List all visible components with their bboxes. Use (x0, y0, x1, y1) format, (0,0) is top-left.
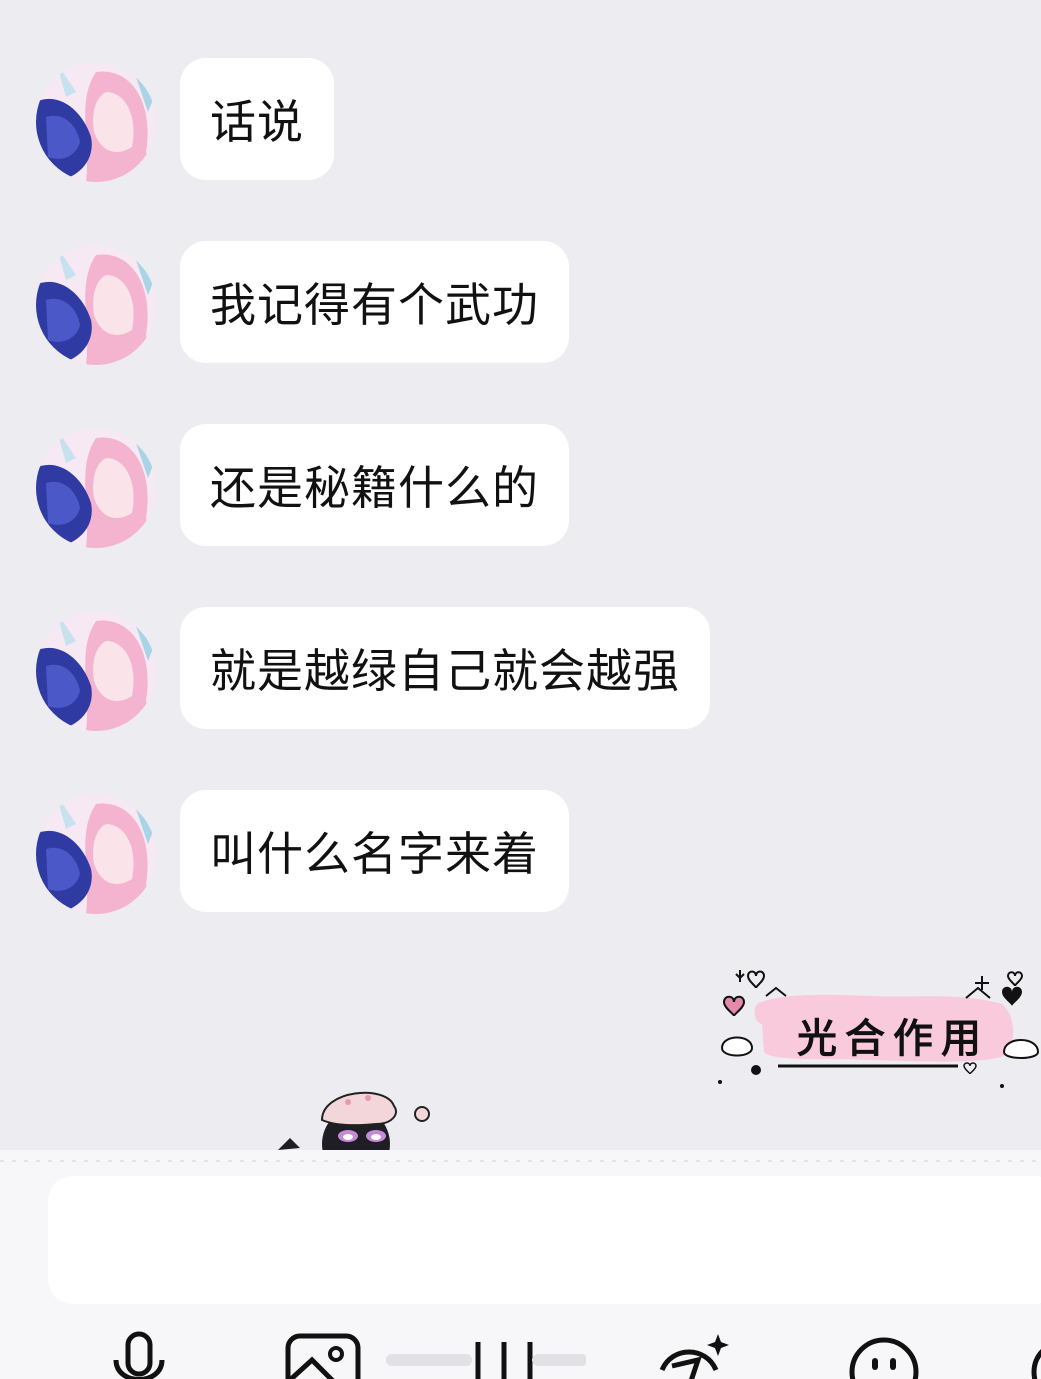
penguin-mascot[interactable] (276, 1080, 436, 1180)
avatar[interactable] (36, 245, 156, 365)
plus-icon[interactable] (1028, 1330, 1041, 1379)
avatar[interactable] (36, 62, 156, 182)
image-icon[interactable] (284, 1330, 364, 1379)
emoji-icon[interactable] (846, 1330, 922, 1379)
message-row: 话说 (0, 58, 1041, 182)
message-row: 叫什么名字来着 (0, 790, 1041, 914)
message-row: 还是秘籍什么的 (0, 424, 1041, 548)
avatar[interactable] (36, 428, 156, 548)
message-bubble[interactable]: 还是秘籍什么的 (180, 424, 569, 546)
message-bubble[interactable]: 叫什么名字来着 (180, 790, 569, 912)
message-input[interactable] (48, 1176, 1041, 1304)
message-row: 我记得有个武功 (0, 241, 1041, 365)
message-bubble[interactable]: 话说 (180, 58, 334, 180)
magic-edit-icon[interactable] (652, 1330, 736, 1379)
sticker-text: 光合作用 (797, 1016, 989, 1062)
message-row: 就是越绿自己就会越强 (0, 607, 1041, 731)
avatar[interactable] (36, 794, 156, 914)
divider-dots (0, 1160, 1041, 1162)
message-bubble[interactable]: 就是越绿自己就会越强 (180, 607, 710, 729)
chat-message-list[interactable]: 话说 我记得有个武功 还是秘籍什么的 就是越绿自己就会越强 叫什么名字来着 光合… (0, 0, 1041, 1180)
sticker-message[interactable]: 光合作用 (712, 962, 1041, 1094)
microphone-icon[interactable] (110, 1330, 170, 1379)
message-bubble[interactable]: 我记得有个武功 (180, 241, 569, 363)
avatar[interactable] (36, 611, 156, 731)
voice-wave-icon[interactable] (386, 1330, 586, 1379)
